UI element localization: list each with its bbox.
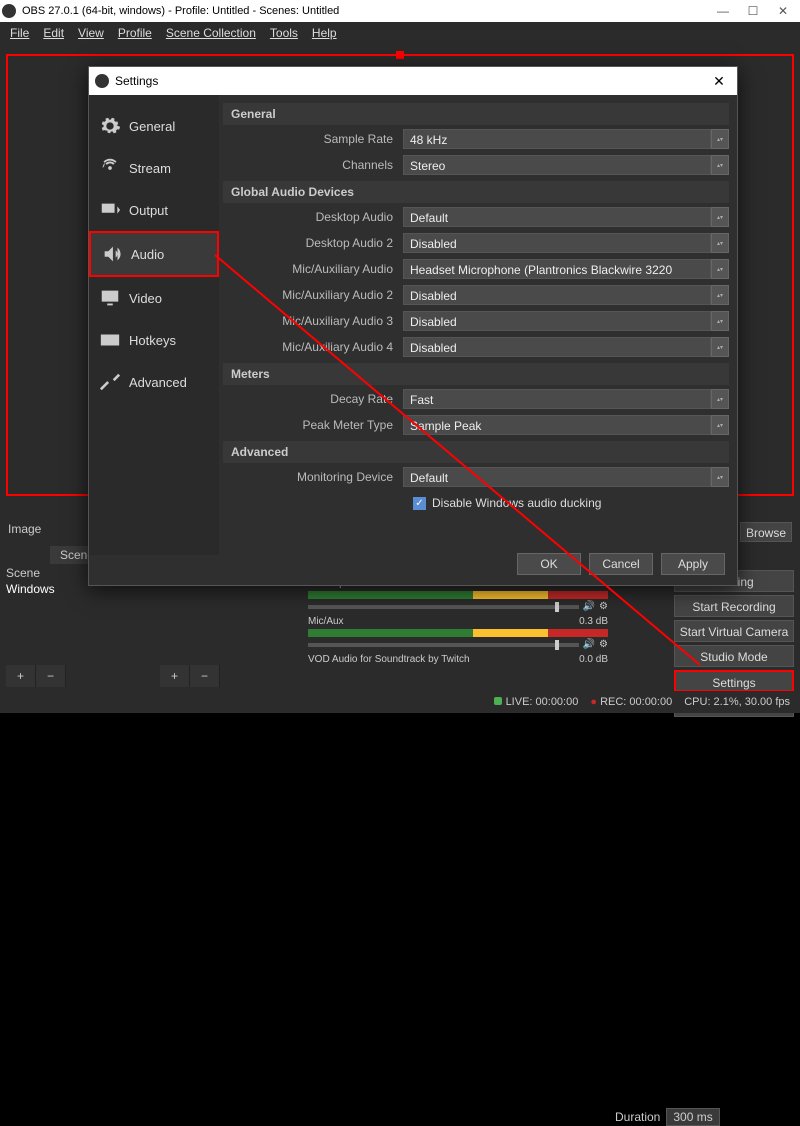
statusbar: LIVE: 00:00:00 ● REC: 00:00:00 CPU: 2.1%… xyxy=(0,691,800,713)
desktop-audio-dropdown[interactable]: Default xyxy=(403,207,711,227)
spinner-icon[interactable]: ▴▾ xyxy=(711,259,729,279)
gear-icon xyxy=(99,115,121,137)
tools-icon xyxy=(99,371,121,393)
dialog-close-button[interactable]: ✕ xyxy=(707,73,731,90)
section-advanced: Advanced xyxy=(223,441,729,463)
window-title: OBS 27.0.1 (64-bit, windows) - Profile: … xyxy=(22,5,339,17)
close-button[interactable]: ✕ xyxy=(768,4,798,18)
menu-tools[interactable]: Tools xyxy=(264,24,304,42)
cancel-button[interactable]: Cancel xyxy=(589,553,653,575)
settings-dialog: Settings ✕ General Stream Output xyxy=(88,66,738,586)
remove-scene-button[interactable]: − xyxy=(36,665,66,687)
broadcast-icon xyxy=(99,157,121,179)
desktop-audio2-dropdown[interactable]: Disabled xyxy=(403,233,711,253)
minimize-button[interactable]: — xyxy=(708,4,738,18)
browse-button[interactable]: Browse xyxy=(740,522,792,542)
gear-icon[interactable]: ⚙ xyxy=(599,639,608,650)
apply-button[interactable]: Apply xyxy=(661,553,725,575)
menubar: File Edit View Profile Scene Collection … xyxy=(0,22,800,44)
disable-ducking-label: Disable Windows audio ducking xyxy=(432,496,601,510)
audio-mixer: Desktop Audio0.0 dB 🔊⚙ Mic/Aux0.3 dB 🔊⚙ … xyxy=(308,578,608,669)
section-global-audio: Global Audio Devices xyxy=(223,181,729,203)
speaker-icon[interactable]: 🔊 xyxy=(583,639,595,650)
section-general: General xyxy=(223,103,729,125)
settings-sidebar: General Stream Output Audio Video xyxy=(89,95,219,555)
spinner-icon[interactable]: ▴▾ xyxy=(711,415,729,435)
scene-controls: + − xyxy=(6,665,66,687)
mic-aux3-dropdown[interactable]: Disabled xyxy=(403,311,711,331)
ok-button[interactable]: OK xyxy=(517,553,581,575)
mixer-desktop-slider[interactable] xyxy=(308,605,579,609)
sidebar-item-advanced[interactable]: Advanced xyxy=(89,361,219,403)
source-controls: + − xyxy=(160,665,220,687)
live-status-icon xyxy=(494,697,502,705)
mixer-desktop-meter xyxy=(308,591,608,599)
mixer-vod-db: 0.0 dB xyxy=(579,654,608,665)
decay-rate-dropdown[interactable]: Fast xyxy=(403,389,711,409)
obs-logo-icon xyxy=(95,74,109,88)
window-titlebar: OBS 27.0.1 (64-bit, windows) - Profile: … xyxy=(0,0,800,22)
obs-logo-icon xyxy=(2,4,16,18)
add-source-button[interactable]: + xyxy=(160,665,190,687)
menu-profile[interactable]: Profile xyxy=(112,24,158,42)
spinner-icon[interactable]: ▴▾ xyxy=(711,129,729,149)
scene-item-windows[interactable]: Windows xyxy=(6,582,55,596)
peak-meter-dropdown[interactable]: Sample Peak xyxy=(403,415,711,435)
spinner-icon[interactable]: ▴▾ xyxy=(711,233,729,253)
section-meters: Meters xyxy=(223,363,729,385)
spinner-icon[interactable]: ▴▾ xyxy=(711,389,729,409)
mixer-mic-label: Mic/Aux xyxy=(308,616,344,627)
dialog-title: Settings xyxy=(115,74,158,88)
menu-scene-collection[interactable]: Scene Collection xyxy=(160,24,262,42)
sidebar-item-hotkeys[interactable]: Hotkeys xyxy=(89,319,219,361)
sidebar-item-output[interactable]: Output xyxy=(89,189,219,231)
mic-aux4-dropdown[interactable]: Disabled xyxy=(403,337,711,357)
add-scene-button[interactable]: + xyxy=(6,665,36,687)
spinner-icon[interactable]: ▴▾ xyxy=(711,311,729,331)
mic-aux2-dropdown[interactable]: Disabled xyxy=(403,285,711,305)
mixer-mic-db: 0.3 dB xyxy=(579,616,608,627)
duration-input[interactable]: 300 ms xyxy=(666,1108,719,1126)
sidebar-item-video[interactable]: Video xyxy=(89,277,219,319)
start-recording-button[interactable]: Start Recording xyxy=(674,595,794,617)
start-virtual-camera-button[interactable]: Start Virtual Camera xyxy=(674,620,794,642)
monitor-icon xyxy=(99,287,121,309)
menu-file[interactable]: File xyxy=(4,24,35,42)
spinner-icon[interactable]: ▴▾ xyxy=(711,337,729,357)
gear-icon[interactable]: ⚙ xyxy=(599,601,608,612)
spinner-icon[interactable]: ▴▾ xyxy=(711,285,729,305)
channels-dropdown[interactable]: Stereo xyxy=(403,155,711,175)
settings-button[interactable]: Settings xyxy=(674,670,794,692)
dialog-titlebar: Settings ✕ xyxy=(89,67,737,95)
sidebar-item-audio[interactable]: Audio xyxy=(89,231,219,277)
mic-aux-dropdown[interactable]: Headset Microphone (Plantronics Blackwir… xyxy=(403,259,711,279)
mixer-vod-label: VOD Audio for Soundtrack by Twitch xyxy=(308,654,470,665)
mixer-mic-slider[interactable] xyxy=(308,643,579,647)
sidebar-item-stream[interactable]: Stream xyxy=(89,147,219,189)
transition-duration: Duration 300 ms xyxy=(615,1108,720,1126)
menu-edit[interactable]: Edit xyxy=(37,24,70,42)
spinner-icon[interactable]: ▴▾ xyxy=(711,155,729,175)
mixer-mic-meter xyxy=(308,629,608,637)
monitoring-device-dropdown[interactable]: Default xyxy=(403,467,711,487)
keyboard-icon xyxy=(99,329,121,351)
spinner-icon[interactable]: ▴▾ xyxy=(711,207,729,227)
obs-main-window: OBS 27.0.1 (64-bit, windows) - Profile: … xyxy=(0,0,800,713)
studio-mode-button[interactable]: Studio Mode xyxy=(674,645,794,667)
sidebar-item-general[interactable]: General xyxy=(89,105,219,147)
output-icon xyxy=(99,199,121,221)
maximize-button[interactable]: ☐ xyxy=(738,4,768,18)
disable-ducking-checkbox[interactable]: ✓ xyxy=(413,497,426,510)
menu-help[interactable]: Help xyxy=(306,24,343,42)
settings-form: General Sample Rate 48 kHz ▴▾ Channels S… xyxy=(219,95,737,555)
speaker-icon[interactable]: 🔊 xyxy=(583,601,595,612)
speaker-icon xyxy=(101,243,123,265)
spinner-icon[interactable]: ▴▾ xyxy=(711,467,729,487)
image-label: Image xyxy=(8,522,41,536)
menu-view[interactable]: View xyxy=(72,24,110,42)
scene-label: Scene xyxy=(6,566,40,580)
remove-source-button[interactable]: − xyxy=(190,665,220,687)
sample-rate-dropdown[interactable]: 48 kHz xyxy=(403,129,711,149)
